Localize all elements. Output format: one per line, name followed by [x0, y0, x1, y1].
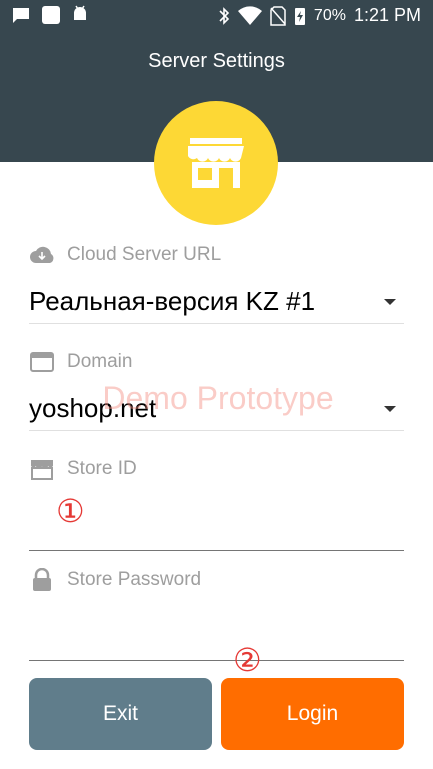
divider	[29, 323, 404, 324]
no-sim-icon	[270, 5, 286, 26]
status-bar: 70% 1:21 PM	[0, 0, 433, 30]
wifi-icon	[237, 5, 262, 25]
store-small-icon	[31, 460, 53, 480]
watermark: Demo Prototype	[102, 380, 334, 416]
lock-icon	[33, 568, 51, 591]
store-id-input[interactable]	[29, 506, 408, 544]
login-button[interactable]: Login	[221, 678, 404, 750]
clock: 1:21 PM	[353, 5, 421, 25]
store-password-label: Store Password	[67, 569, 202, 590]
domain-label: Domain	[67, 351, 133, 372]
cloud-icon	[30, 246, 54, 263]
store-icon	[188, 138, 244, 188]
page-title: Server Settings	[148, 50, 285, 72]
store-password-input[interactable]	[29, 616, 408, 654]
annotation-marker-1: ①	[56, 493, 85, 529]
window-icon	[30, 352, 54, 372]
battery-percent: 70%	[313, 6, 346, 24]
annotation-marker-2: ②	[233, 642, 262, 678]
cloud-server-select[interactable]: Реальная-версия KZ #1	[29, 286, 404, 317]
server-settings-screen: 70% 1:21 PM Server Settings Cloud Server…	[0, 0, 433, 769]
cloud-server-value: Реальная-версия KZ #1	[29, 286, 316, 316]
store-id-label: Store ID	[67, 458, 137, 479]
store-badge	[154, 101, 278, 225]
cloud-server-label: Cloud Server URL	[67, 244, 222, 265]
chevron-down-icon[interactable]	[384, 405, 396, 412]
chevron-down-icon[interactable]	[384, 298, 396, 305]
bluetooth-icon	[219, 6, 230, 25]
divider	[29, 550, 404, 551]
divider	[29, 430, 404, 431]
divider	[29, 660, 404, 661]
square-icon	[42, 6, 60, 24]
store-password-field[interactable]: Store Password	[29, 568, 408, 662]
store-id-field[interactable]: Store ID	[29, 458, 408, 552]
exit-button[interactable]: Exit	[29, 678, 212, 750]
battery-charging-icon	[294, 7, 305, 25]
chat-icon	[13, 8, 29, 23]
android-icon	[74, 5, 86, 20]
cloud-server-field: Cloud Server URL Реальная-версия KZ #1	[29, 244, 404, 324]
